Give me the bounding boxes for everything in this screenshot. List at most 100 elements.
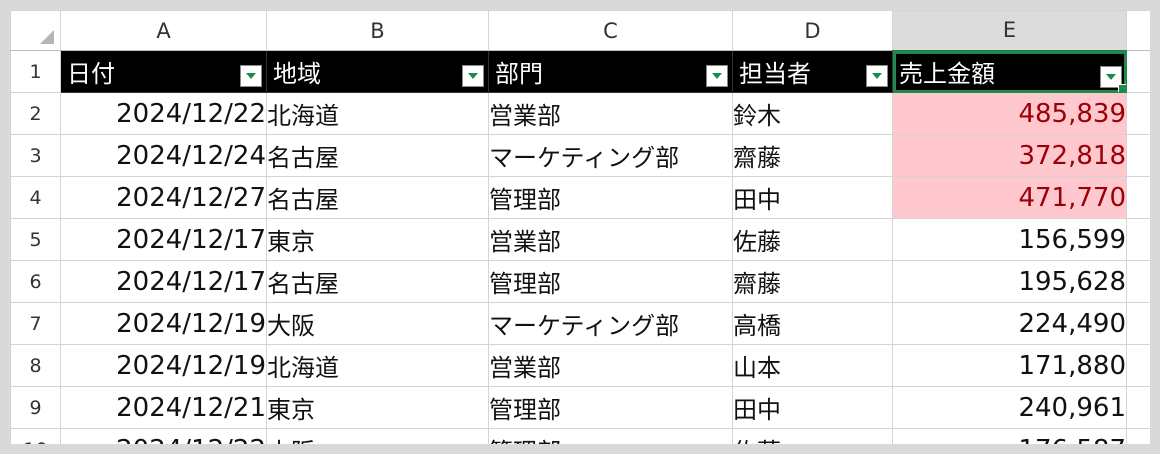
row-header[interactable]: 7 — [10, 302, 61, 345]
column-header-d[interactable]: D — [732, 10, 893, 51]
cell-person[interactable]: 高橋 — [732, 302, 893, 345]
filter-dropdown-icon[interactable] — [706, 65, 728, 87]
cell-date[interactable]: 2024/12/19 — [60, 302, 267, 345]
column-header-row: A B C D E — [10, 10, 1150, 52]
cell-amount[interactable]: 224,490 — [892, 302, 1127, 345]
cell-region[interactable]: 名古屋 — [266, 176, 489, 219]
row-header[interactable]: 6 — [10, 260, 61, 303]
cell-amount[interactable]: 471,770 — [892, 176, 1127, 219]
row-header[interactable]: 5 — [10, 218, 61, 261]
header-label: 日付 — [67, 60, 115, 88]
header-label: 部門 — [495, 60, 543, 88]
cell-dept[interactable]: 営業部 — [488, 344, 733, 387]
cell-date[interactable]: 2024/12/24 — [60, 134, 267, 177]
cell-amount[interactable]: 240,961 — [892, 386, 1127, 429]
table-row: 5 2024/12/17 東京 営業部 佐藤 156,599 — [10, 218, 1150, 261]
table-row: 4 2024/12/27 名古屋 管理部 田中 471,770 — [10, 176, 1150, 219]
column-header-c[interactable]: C — [488, 10, 733, 51]
column-header-e[interactable]: E — [892, 10, 1127, 52]
filter-dropdown-icon[interactable] — [240, 65, 262, 87]
column-header-a[interactable]: A — [60, 10, 267, 51]
empty-cell[interactable] — [1126, 218, 1150, 261]
table-header-row: 1 日付 地域 部門 担当者 売上金額 — [10, 50, 1150, 93]
empty-cell[interactable] — [1126, 386, 1150, 429]
filter-dropdown-icon[interactable] — [866, 65, 888, 87]
cell-person[interactable]: 鈴木 — [732, 92, 893, 135]
row-header[interactable]: 8 — [10, 344, 61, 387]
empty-cell[interactable] — [1126, 344, 1150, 387]
column-header-b[interactable]: B — [266, 10, 489, 51]
header-cell-person[interactable]: 担当者 — [732, 50, 893, 93]
row-header[interactable]: 4 — [10, 176, 61, 219]
cell-dept[interactable]: 管理部 — [488, 428, 733, 444]
cell-region[interactable]: 大阪 — [266, 302, 489, 345]
empty-cell[interactable] — [1126, 50, 1150, 93]
cell-amount[interactable]: 485,839 — [892, 92, 1127, 135]
cell-region[interactable]: 北海道 — [266, 344, 489, 387]
cell-dept[interactable]: 管理部 — [488, 260, 733, 303]
cell-person[interactable]: 齋藤 — [732, 260, 893, 303]
empty-cell[interactable] — [1126, 134, 1150, 177]
cell-person[interactable]: 山本 — [732, 344, 893, 387]
cell-dept[interactable]: マーケティング部 — [488, 134, 733, 177]
table-row: 8 2024/12/19 北海道 営業部 山本 171,880 — [10, 344, 1150, 387]
cell-date[interactable]: 2024/12/17 — [60, 218, 267, 261]
cell-person[interactable]: 佐藤 — [732, 428, 893, 444]
header-cell-date[interactable]: 日付 — [60, 50, 267, 93]
cell-amount[interactable]: 372,818 — [892, 134, 1127, 177]
cell-region[interactable]: 東京 — [266, 218, 489, 261]
table-row: 7 2024/12/19 大阪 マーケティング部 高橋 224,490 — [10, 302, 1150, 345]
empty-cell[interactable] — [1126, 428, 1150, 444]
row-header[interactable]: 2 — [10, 92, 61, 135]
worksheet-table: A B C D E 1 日付 地域 部門 担当者 売上金額 2 2024/12/… — [10, 10, 1150, 444]
filter-dropdown-icon[interactable] — [462, 65, 484, 87]
table-row: 10 2024/12/22 大阪 管理部 佐藤 176,587 — [10, 428, 1150, 444]
cell-dept[interactable]: 管理部 — [488, 176, 733, 219]
table-row: 6 2024/12/17 名古屋 管理部 齋藤 195,628 — [10, 260, 1150, 303]
cell-dept[interactable]: 営業部 — [488, 218, 733, 261]
table-row: 3 2024/12/24 名古屋 マーケティング部 齋藤 372,818 — [10, 134, 1150, 177]
cell-person[interactable]: 田中 — [732, 386, 893, 429]
cell-region[interactable]: 北海道 — [266, 92, 489, 135]
cell-date[interactable]: 2024/12/17 — [60, 260, 267, 303]
header-cell-amount[interactable]: 売上金額 — [892, 50, 1127, 93]
cell-region[interactable]: 名古屋 — [266, 260, 489, 303]
row-header[interactable]: 10 — [10, 428, 61, 444]
cell-date[interactable]: 2024/12/22 — [60, 92, 267, 135]
cell-dept[interactable]: 管理部 — [488, 386, 733, 429]
row-header[interactable]: 3 — [10, 134, 61, 177]
cell-person[interactable]: 齋藤 — [732, 134, 893, 177]
fill-handle[interactable] — [1118, 84, 1126, 92]
empty-cell[interactable] — [1126, 260, 1150, 303]
header-cell-region[interactable]: 地域 — [266, 50, 489, 93]
table-row: 9 2024/12/21 東京 管理部 田中 240,961 — [10, 386, 1150, 429]
row-header[interactable]: 9 — [10, 386, 61, 429]
cell-date[interactable]: 2024/12/22 — [60, 428, 267, 444]
cell-amount[interactable]: 171,880 — [892, 344, 1127, 387]
row-header[interactable]: 1 — [10, 50, 61, 93]
empty-cell[interactable] — [1126, 302, 1150, 345]
header-cell-dept[interactable]: 部門 — [488, 50, 733, 93]
empty-cell[interactable] — [1126, 176, 1150, 219]
cell-amount[interactable]: 156,599 — [892, 218, 1127, 261]
empty-cell[interactable] — [1126, 92, 1150, 135]
cell-amount[interactable]: 195,628 — [892, 260, 1127, 303]
cell-region[interactable]: 東京 — [266, 386, 489, 429]
spreadsheet-grid: A B C D E 1 日付 地域 部門 担当者 売上金額 2 2024/12/… — [10, 10, 1150, 444]
cell-person[interactable]: 田中 — [732, 176, 893, 219]
cell-date[interactable]: 2024/12/19 — [60, 344, 267, 387]
cell-amount[interactable]: 176,587 — [892, 428, 1127, 444]
cell-region[interactable]: 大阪 — [266, 428, 489, 444]
cell-date[interactable]: 2024/12/21 — [60, 386, 267, 429]
header-label: 地域 — [273, 60, 321, 88]
table-row: 2 2024/12/22 北海道 営業部 鈴木 485,839 — [10, 92, 1150, 135]
cell-region[interactable]: 名古屋 — [266, 134, 489, 177]
cell-dept[interactable]: マーケティング部 — [488, 302, 733, 345]
cell-person[interactable]: 佐藤 — [732, 218, 893, 261]
select-all-button[interactable] — [10, 10, 61, 51]
cell-date[interactable]: 2024/12/27 — [60, 176, 267, 219]
cell-dept[interactable]: 営業部 — [488, 92, 733, 135]
header-label: 売上金額 — [899, 60, 995, 89]
column-header-blank[interactable] — [1126, 10, 1150, 51]
header-label: 担当者 — [739, 60, 811, 88]
